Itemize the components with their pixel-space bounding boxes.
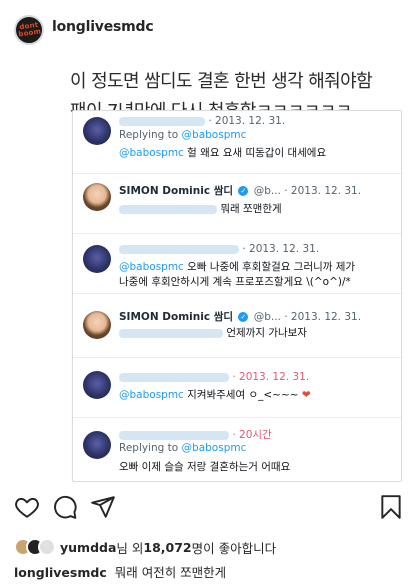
tweet-text: @babospmc 지켜봐주세여 ㅇ_<~~~ ❤ [119,387,311,402]
tweet-mention[interactable]: @babospmc [119,389,184,401]
tweet-author-name[interactable]: SIMON Dominic 쌈디 [119,185,233,197]
heart-emoji-icon: ❤ [301,389,311,401]
tweet: · 2013. 12. 31. @babospmc 오빠 나중에 후회할걸요 그… [73,237,401,297]
verified-icon: ✓ [238,312,249,322]
image-caption-line-1: 이 정도면 쌈디도 결혼 한번 생각 해줘야함 [70,71,373,92]
tweet-date: · 20시간 [232,429,272,441]
tweet-handle: @b... [253,185,281,197]
replying-to: Replying to @babospmc [119,442,246,454]
tweet-avatar [83,311,111,339]
tweet-avatar [83,117,111,145]
blurred-name [119,244,239,254]
tweet-divider [73,233,401,234]
tweet-text: 뭐래 쪼맨한게 [119,201,282,216]
replying-label: Replying to [119,129,179,141]
tweet-author-name[interactable]: SIMON Dominic 쌈디 [119,311,233,323]
likes-text-mid: 님 외 [116,540,144,556]
post-action-bar [0,482,420,532]
tweet-divider [73,357,401,358]
reply-to-handle[interactable]: @babospmc [182,129,247,141]
tweet: · 20시간 Replying to @babospmc 오빠 이제 슬슬 저랑… [73,421,401,481]
tweet: · 2013. 12. 31. @babospmc 지켜봐주세여 ㅇ_<~~~ … [73,361,401,417]
tweet: SIMON Dominic 쌈디 ✓ @b... · 2013. 12. 31.… [73,177,401,227]
tweet-body: 뭐래 쪼맨한게 [220,203,282,215]
tweet-date: · 2013. 12. 31. [284,311,362,323]
tweet-date: · 2013. 12. 31. [208,115,286,127]
tweet-avatar [83,431,111,459]
tweet-divider [73,173,401,174]
tweet-body: 언제까지 가나보자 [226,327,307,339]
likes-summary[interactable]: yumdda 님 외 18,072 명이 좋아합니다 [14,537,276,557]
likes-text-end: 명이 좋아합니다 [191,540,277,556]
blurred-name [119,430,229,440]
blurred-name [119,116,205,126]
tweet-text: @babospmc 헐 왜요 요새 띠동갑이 대세에요 [119,145,326,160]
tweet-text: @babospmc 오빠 나중에 후회할걸요 그러니까 제가 [119,259,355,274]
tweet-date: · 2013. 12. 31. [284,185,362,197]
tweet-date: · 2013. 12. 31. [232,371,310,383]
post-image[interactable]: 이 정도면 쌈디도 결혼 한번 생각 해줘야함 팬이 7년만에 다시 청혼함ㅋㅋ… [0,58,420,482]
tweet-text-line-2: 나중에 후회안하시게 계속 프로포즈할게요 \(^o^)/* [119,276,351,288]
replying-label: Replying to [119,442,179,454]
tweet-meta: · 20시간 [119,427,272,442]
blurred-mention [119,328,223,338]
tweet-divider [73,417,401,418]
brand-logo: dont boom [17,20,42,39]
tweet-text: 언제까지 가나보자 [119,325,307,340]
share-button[interactable] [90,494,116,520]
replying-to: Replying to @babospmc [119,129,246,141]
tweet-meta: SIMON Dominic 쌈디 ✓ @b... · 2013. 12. 31. [119,309,361,324]
tweet-mention[interactable]: @babospmc [119,261,184,273]
bookmark-icon [381,495,401,519]
tweet-body: 헐 왜요 요새 띠동갑이 대세에요 [187,147,327,159]
tweet-meta: · 2013. 12. 31. [119,115,285,127]
reply-to-handle[interactable]: @babospmc [182,442,247,454]
liker-username[interactable]: yumdda [60,540,116,555]
comment-button[interactable] [52,494,78,520]
comment-text: 뭐래 여전히 쪼맨한게 [114,565,227,580]
blurred-name [119,372,229,382]
tweet-handle: @b... [253,311,281,323]
tweet-avatar [83,183,111,211]
comment-username[interactable]: longlivesmdc [14,565,107,580]
tweet-divider [73,293,401,294]
tweet-thread-card: · 2013. 12. 31. Replying to @babospmc @b… [72,110,402,482]
post-username[interactable]: longlivesmdc [52,19,154,35]
tweet: SIMON Dominic 쌈디 ✓ @b... · 2013. 12. 31.… [73,297,401,357]
tweet-meta: · 2013. 12. 31. [119,371,309,383]
tweet-body: 오빠 이제 슬슬 저랑 결혼하는거 어때요 [119,461,291,473]
tweet-body: 지켜봐주세여 ㅇ_<~~~ [187,389,299,401]
likes-count[interactable]: 18,072 [143,540,191,555]
save-button[interactable] [378,494,404,520]
tweet-body: 오빠 나중에 후회할걸요 그러니까 제가 [187,261,356,273]
tweet-meta: · 2013. 12. 31. [119,243,319,255]
profile-avatar[interactable]: dont boom [14,15,44,45]
tweet-avatar [83,245,111,273]
verified-icon: ✓ [238,186,249,196]
post-header: dont boom longlivesmdc [0,0,420,60]
post-comment: longlivesmdc 뭐래 여전히 쪼맨한게 [14,562,226,581]
blurred-mention [119,204,217,214]
liker-avatar [38,538,56,556]
like-button[interactable] [14,494,40,520]
tweet-avatar [83,371,111,399]
tweet-mention[interactable]: @babospmc [119,147,184,159]
paper-plane-icon [91,496,115,518]
tweet: · 2013. 12. 31. Replying to @babospmc @b… [73,111,401,163]
tweet-date: · 2013. 12. 31. [242,243,320,255]
heart-outline-icon [15,497,39,518]
tweet-meta: SIMON Dominic 쌈디 ✓ @b... · 2013. 12. 31. [119,183,361,198]
speech-bubble-icon [54,495,77,519]
